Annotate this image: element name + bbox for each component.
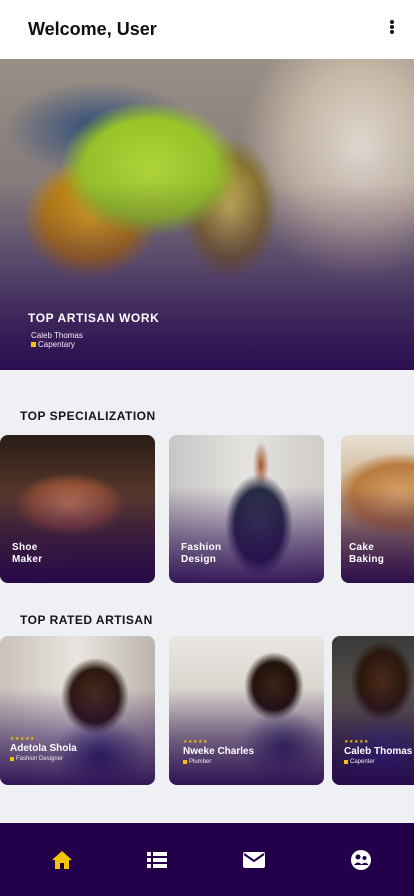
hero-specialization-label: Capentary (38, 340, 75, 349)
section-title-rated: TOP RATED ARTISAN (20, 613, 153, 627)
specialization-label: Fashion Design (181, 542, 222, 565)
artisan-name: Nweke Charles (183, 746, 255, 757)
artisan-card-adetola-shola[interactable]: ★★★★★ Adetola Shola Fashion Designer (0, 636, 155, 785)
artisan-card-caleb-thomas[interactable]: ★★★★★ Caleb Thomas Capenter (332, 636, 414, 785)
artisan-info: ★★★★★ Nweke Charles Plumber (183, 739, 254, 766)
mail-icon[interactable] (242, 848, 266, 872)
specialization-card-fashion-design[interactable]: Fashion Design (169, 435, 324, 583)
artisan-info: ★★★★★ Caleb Thomas Capenter (344, 739, 412, 766)
section-title-specialization: TOP SPECIALIZATION (20, 409, 156, 423)
specialization-card-cake-baking[interactable]: Cake Baking (341, 435, 414, 583)
profile-icon[interactable] (349, 848, 373, 872)
hero-artisan-name: Caleb Thomas (31, 331, 83, 340)
specialization-label: Cake Baking (349, 542, 385, 565)
specialization-badge (31, 342, 36, 347)
specialization-label: Shoe Maker (12, 542, 43, 565)
hero-title: TOP ARTISAN WORK (28, 311, 160, 325)
artisan-name: Caleb Thomas (344, 746, 413, 757)
bottom-navigation (0, 823, 414, 896)
hero-banner[interactable]: TOP ARTISAN WORK Caleb Thomas Capentary (0, 59, 414, 370)
artisan-card-nweke-charles[interactable]: ★★★★★ Nweke Charles Plumber (169, 636, 324, 785)
artisan-info: ★★★★★ Adetola Shola Fashion Designer (10, 736, 77, 763)
more-vertical-icon[interactable] (384, 16, 400, 38)
app-header: Welcome, User (0, 0, 414, 59)
page-title: Welcome, User (28, 19, 157, 39)
home-icon[interactable] (50, 848, 74, 872)
hero-specialization: Capentary (31, 340, 75, 349)
list-icon[interactable] (145, 848, 169, 872)
artisan-role: Plumber (183, 758, 254, 766)
artisan-role: Capenter (344, 758, 412, 766)
artisan-name: Adetola Shola (10, 743, 77, 754)
specialization-card-shoe-maker[interactable]: Shoe Maker (0, 435, 155, 583)
artisan-role: Fashion Designer (10, 755, 77, 763)
